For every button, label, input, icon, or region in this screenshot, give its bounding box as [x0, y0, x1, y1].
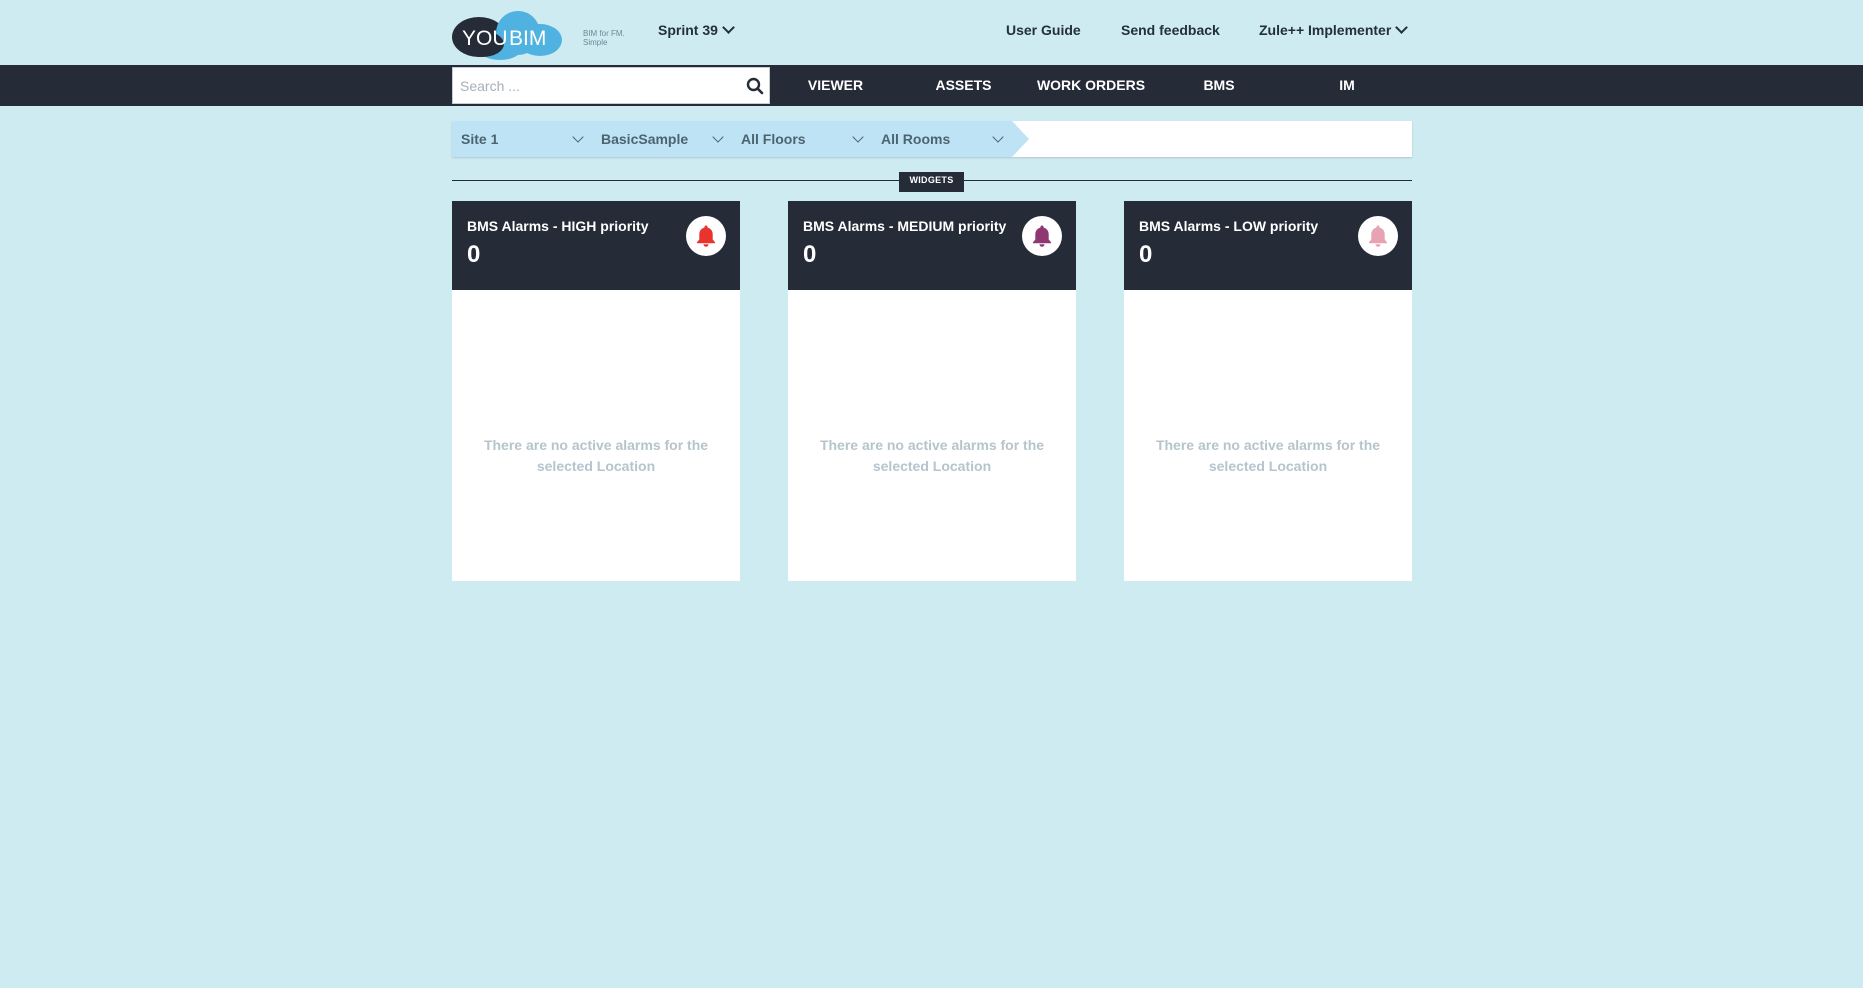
widget-count: 0 [467, 241, 481, 268]
location-filter-bar: Site 1 BasicSample All Floors All Rooms [452, 121, 1412, 157]
chevron-down-icon [1395, 21, 1409, 34]
filter-site[interactable]: Site 1 [461, 121, 591, 157]
filter-floors-label: All Floors [741, 131, 806, 147]
nav-viewer[interactable]: VIEWER [770, 65, 901, 106]
filter-rooms-label: All Rooms [881, 131, 951, 147]
nav-work-orders[interactable]: WORK ORDERS [1027, 65, 1155, 106]
top-header: YOU BIM BIM for FM. Simple Sprint 39 Use… [0, 0, 1863, 65]
search-box [452, 67, 770, 104]
widget-title: BMS Alarms - LOW priority [1139, 218, 1319, 234]
chevron-down-icon [572, 131, 584, 143]
alarm-badge [1358, 216, 1398, 256]
filter-rooms[interactable]: All Rooms [881, 121, 1011, 157]
filter-site-label: Site 1 [461, 131, 499, 147]
tagline-line-1: BIM for FM. [583, 29, 625, 38]
user-menu[interactable]: Zule++ Implementer [1259, 21, 1409, 38]
user-menu-label: Zule++ Implementer [1259, 22, 1392, 38]
alarm-badge [686, 216, 726, 256]
user-guide-link[interactable]: User Guide [1006, 22, 1081, 38]
widget-header[interactable]: BMS Alarms - LOW priority 0 [1124, 201, 1412, 290]
widget-header[interactable]: BMS Alarms - HIGH priority 0 [452, 201, 740, 290]
widget-count: 0 [803, 241, 817, 268]
logo-text-bim: BIM [509, 27, 546, 50]
widget-title: BMS Alarms - MEDIUM priority [803, 218, 1007, 234]
project-selector[interactable]: Sprint 39 [658, 21, 735, 38]
empty-state-message: There are no active alarms for the selec… [819, 437, 1045, 474]
logo-text-you: YOU [462, 27, 508, 50]
chevron-down-icon [852, 131, 864, 143]
nav-assets[interactable]: ASSETS [900, 65, 1027, 106]
empty-state-message: There are no active alarms for the selec… [483, 437, 709, 474]
nav-bms[interactable]: BMS [1155, 65, 1283, 106]
app-root: YOU BIM BIM for FM. Simple Sprint 39 Use… [0, 0, 1863, 988]
bell-icon [1033, 225, 1051, 247]
project-selector-label: Sprint 39 [658, 22, 718, 38]
filter-building-label: BasicSample [601, 131, 689, 147]
search-input[interactable] [453, 68, 740, 103]
widget-bms-alarms-medium: BMS Alarms - MEDIUM priority 0 There are… [788, 201, 1076, 581]
send-feedback-link[interactable]: Send feedback [1121, 22, 1220, 38]
bell-icon [697, 225, 715, 247]
widget-bms-alarms-high: BMS Alarms - HIGH priority 0 There are n… [452, 201, 740, 581]
nav-im[interactable]: IM [1283, 65, 1411, 106]
filter-building[interactable]: BasicSample [601, 121, 731, 157]
widget-bms-alarms-low: BMS Alarms - LOW priority 0 There are no… [1124, 201, 1412, 581]
filter-floors[interactable]: All Floors [741, 121, 871, 157]
widgets-label: WIDGETS [899, 172, 964, 192]
logo-tagline: BIM for FM. Simple [583, 29, 625, 47]
alarm-badge [1022, 216, 1062, 256]
widget-count: 0 [1139, 241, 1153, 268]
widget-header[interactable]: BMS Alarms - MEDIUM priority 0 [788, 201, 1076, 290]
chevron-down-icon [992, 131, 1004, 143]
chevron-down-icon [712, 131, 724, 143]
search-icon[interactable] [745, 76, 765, 96]
tagline-line-2: Simple [583, 38, 608, 47]
widget-title: BMS Alarms - HIGH priority [467, 218, 649, 234]
chevron-down-icon [722, 21, 735, 34]
bell-icon [1369, 225, 1387, 247]
empty-state-message: There are no active alarms for the selec… [1155, 437, 1381, 474]
